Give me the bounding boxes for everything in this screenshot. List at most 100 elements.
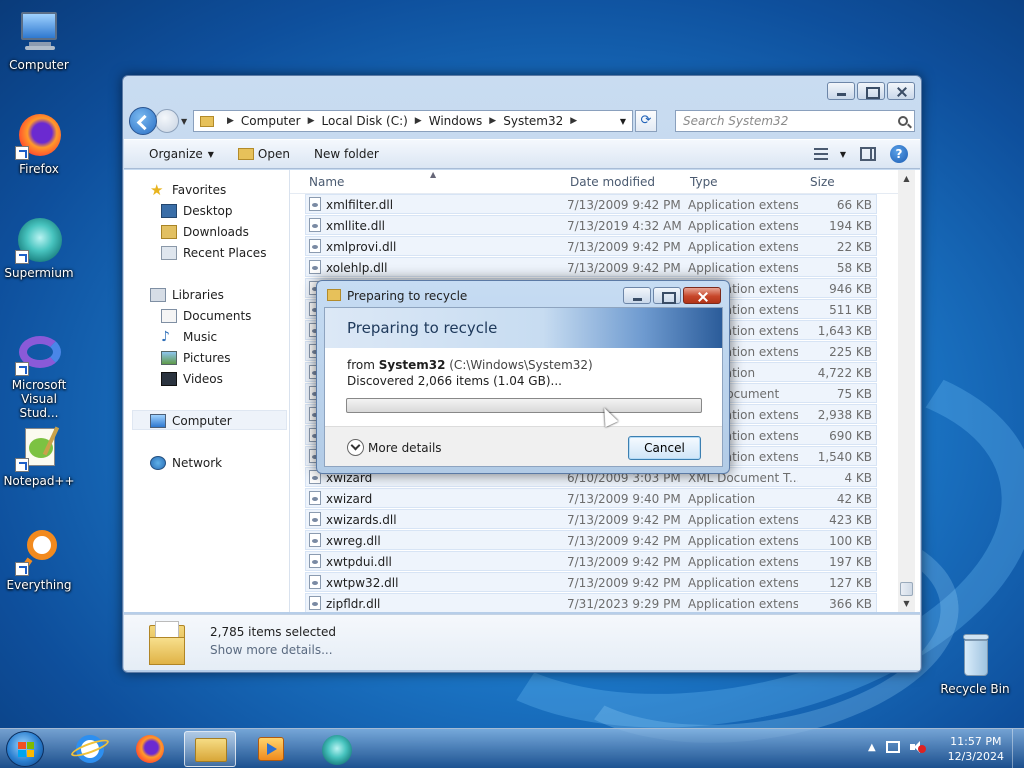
close-button[interactable] <box>887 82 915 100</box>
nav-item-computer[interactable]: Computer <box>150 414 232 428</box>
table-row[interactable]: xwreg.dll 7/13/2009 9:42 PM Application ex… <box>305 530 877 550</box>
nav-label: Libraries <box>172 288 224 302</box>
file-icon <box>309 596 321 610</box>
address-dropdown-icon[interactable]: ▼ <box>620 117 626 126</box>
nav-item-recent-places[interactable]: Recent Places <box>161 246 266 260</box>
preview-pane-button[interactable] <box>860 147 876 161</box>
taskbar-internet-explorer[interactable] <box>64 731 116 767</box>
breadcrumb-item[interactable]: Local Disk (C:) <box>322 114 408 128</box>
search-input[interactable]: Search System32 <box>675 110 915 132</box>
nav-item-pictures[interactable]: Pictures <box>161 351 231 365</box>
file-size: 22 KB <box>836 240 872 254</box>
cancel-button[interactable]: Cancel <box>628 436 701 460</box>
taskbar-clock[interactable]: 11:57 PM 12/3/2024 <box>948 734 1004 764</box>
file-icon <box>309 554 321 568</box>
change-view-button[interactable]: ▼ <box>813 148 846 160</box>
source-folder-path: (C:\Windows\System32) <box>445 358 593 372</box>
start-button[interactable] <box>6 731 44 767</box>
file-date: 7/13/2009 9:42 PM <box>567 534 681 548</box>
desktop-icon-recycle-bin[interactable]: Recycle Bin <box>936 632 1014 696</box>
file-size: 127 KB <box>829 576 872 590</box>
desktop-icon-firefox[interactable]: Firefox <box>0 112 78 176</box>
desktop-icon-notepadpp[interactable]: Notepad++ <box>0 424 78 488</box>
scroll-down-icon[interactable]: ▼ <box>898 595 915 612</box>
recent-pages-dropdown[interactable]: ▼ <box>181 117 191 126</box>
folder-icon <box>149 621 185 665</box>
desktop-icon-label: Everything <box>6 578 72 592</box>
open-button[interactable]: Open <box>237 147 290 161</box>
show-hidden-icons-icon[interactable]: ▲ <box>868 742 876 753</box>
table-row[interactable]: xmlfilter.dll 7/13/2009 9:42 PM Applicatio… <box>305 194 877 214</box>
vertical-scrollbar[interactable]: ▲ ▼ <box>898 170 915 612</box>
star-icon: ★ <box>150 181 164 199</box>
table-row[interactable]: xolehlp.dll 7/13/2009 9:42 PM Application … <box>305 257 877 277</box>
nav-item-videos[interactable]: Videos <box>161 372 223 386</box>
scroll-thumb[interactable] <box>900 582 913 596</box>
breadcrumb-item[interactable]: System32 <box>503 114 563 128</box>
chevron-right-icon[interactable]: ▶ <box>308 116 315 126</box>
address-bar[interactable]: ▶ Computer ▶ Local Disk (C:) ▶ Windows ▶… <box>193 110 633 132</box>
breadcrumb-item[interactable]: Computer <box>241 114 301 128</box>
nav-item-libraries[interactable]: Libraries <box>150 288 224 302</box>
dialog-maximize-button[interactable] <box>653 287 681 304</box>
chevron-right-icon[interactable]: ▶ <box>227 116 234 126</box>
scroll-up-icon[interactable]: ▲ <box>898 170 915 187</box>
show-desktop-button[interactable] <box>1012 729 1024 768</box>
forward-button[interactable] <box>155 109 179 133</box>
more-details-toggle[interactable]: More details <box>347 439 442 456</box>
desktop-icon <box>161 204 177 218</box>
show-more-details-link[interactable]: Show more details... <box>210 643 333 657</box>
desktop-icon-supermium[interactable]: Supermium <box>0 216 78 280</box>
minimize-button[interactable] <box>827 82 855 100</box>
taskbar-media-player[interactable] <box>244 731 296 767</box>
recycle-progress-dialog: Preparing to recycle Preparing to recycl… <box>316 280 730 474</box>
chevron-right-icon[interactable]: ▶ <box>489 116 496 126</box>
search-icon <box>898 116 908 126</box>
column-header-date[interactable]: Date modified <box>570 175 655 189</box>
taskbar-supermium[interactable] <box>310 731 362 767</box>
breadcrumb-item[interactable]: Windows <box>429 114 483 128</box>
shortcut-arrow-icon <box>15 250 29 264</box>
table-row[interactable]: xwizards.dll 7/13/2009 9:42 PM Application… <box>305 509 877 529</box>
table-row[interactable]: xmllite.dll 7/13/2019 4:32 AM Application … <box>305 215 877 235</box>
file-size: 4,722 KB <box>817 366 872 380</box>
navigation-bar: ▼ ▶ Computer ▶ Local Disk (C:) ▶ Windows… <box>129 106 915 136</box>
desktop-icon-computer[interactable]: Computer <box>0 8 78 72</box>
nav-item-documents[interactable]: Documents <box>161 309 251 323</box>
music-icon: ♪ <box>161 329 170 345</box>
file-name: zipfldr.dll <box>326 597 381 611</box>
column-header-name[interactable]: Name <box>309 175 344 189</box>
dialog-close-button[interactable] <box>683 287 721 304</box>
nav-item-favorites[interactable]: ★ Favorites <box>150 181 226 199</box>
table-row[interactable]: zipfldr.dll 7/31/2023 9:29 PM Application … <box>305 593 877 612</box>
new-folder-button[interactable]: New folder <box>314 147 379 161</box>
clock-date: 12/3/2024 <box>947 750 1004 763</box>
dialog-minimize-button[interactable] <box>623 287 651 304</box>
nav-item-downloads[interactable]: Downloads <box>161 225 249 239</box>
organize-button[interactable]: Organize ▼ <box>149 147 214 161</box>
maximize-button[interactable] <box>857 82 885 100</box>
command-bar: Organize ▼ Open New folder ▼ ? <box>124 139 920 169</box>
nav-item-music[interactable]: ♪ Music <box>161 330 217 344</box>
chevron-right-icon[interactable]: ▶ <box>570 116 577 126</box>
help-button[interactable]: ? <box>890 145 908 163</box>
chevron-right-icon[interactable]: ▶ <box>415 116 422 126</box>
table-row[interactable]: xwtpw32.dll 7/13/2009 9:42 PM Application … <box>305 572 877 592</box>
volume-muted-icon[interactable] <box>909 741 926 753</box>
table-row[interactable]: xwtpdui.dll 7/13/2009 9:42 PM Application … <box>305 551 877 571</box>
back-button[interactable] <box>129 107 157 135</box>
visual-studio-icon <box>15 328 63 376</box>
refresh-button[interactable]: ⟳ <box>635 110 657 132</box>
table-row[interactable]: xmlprovi.dll 7/13/2009 9:42 PM Application… <box>305 236 877 256</box>
table-row[interactable]: xwizard 7/13/2009 9:40 PM Application 42 KB <box>305 488 877 508</box>
file-size: 366 KB <box>829 597 872 611</box>
desktop-icon-everything[interactable]: Everything <box>0 528 78 592</box>
taskbar-windows-explorer[interactable] <box>184 731 236 767</box>
nav-item-network[interactable]: Network <box>150 456 222 470</box>
column-header-type[interactable]: Type <box>690 175 718 189</box>
desktop-icon-visual-studio[interactable]: Microsoft Visual Stud... <box>0 328 78 420</box>
column-header-size[interactable]: Size <box>810 175 835 189</box>
taskbar-firefox[interactable] <box>124 731 176 767</box>
nav-item-desktop[interactable]: Desktop <box>161 204 233 218</box>
network-tray-icon[interactable] <box>885 741 900 753</box>
